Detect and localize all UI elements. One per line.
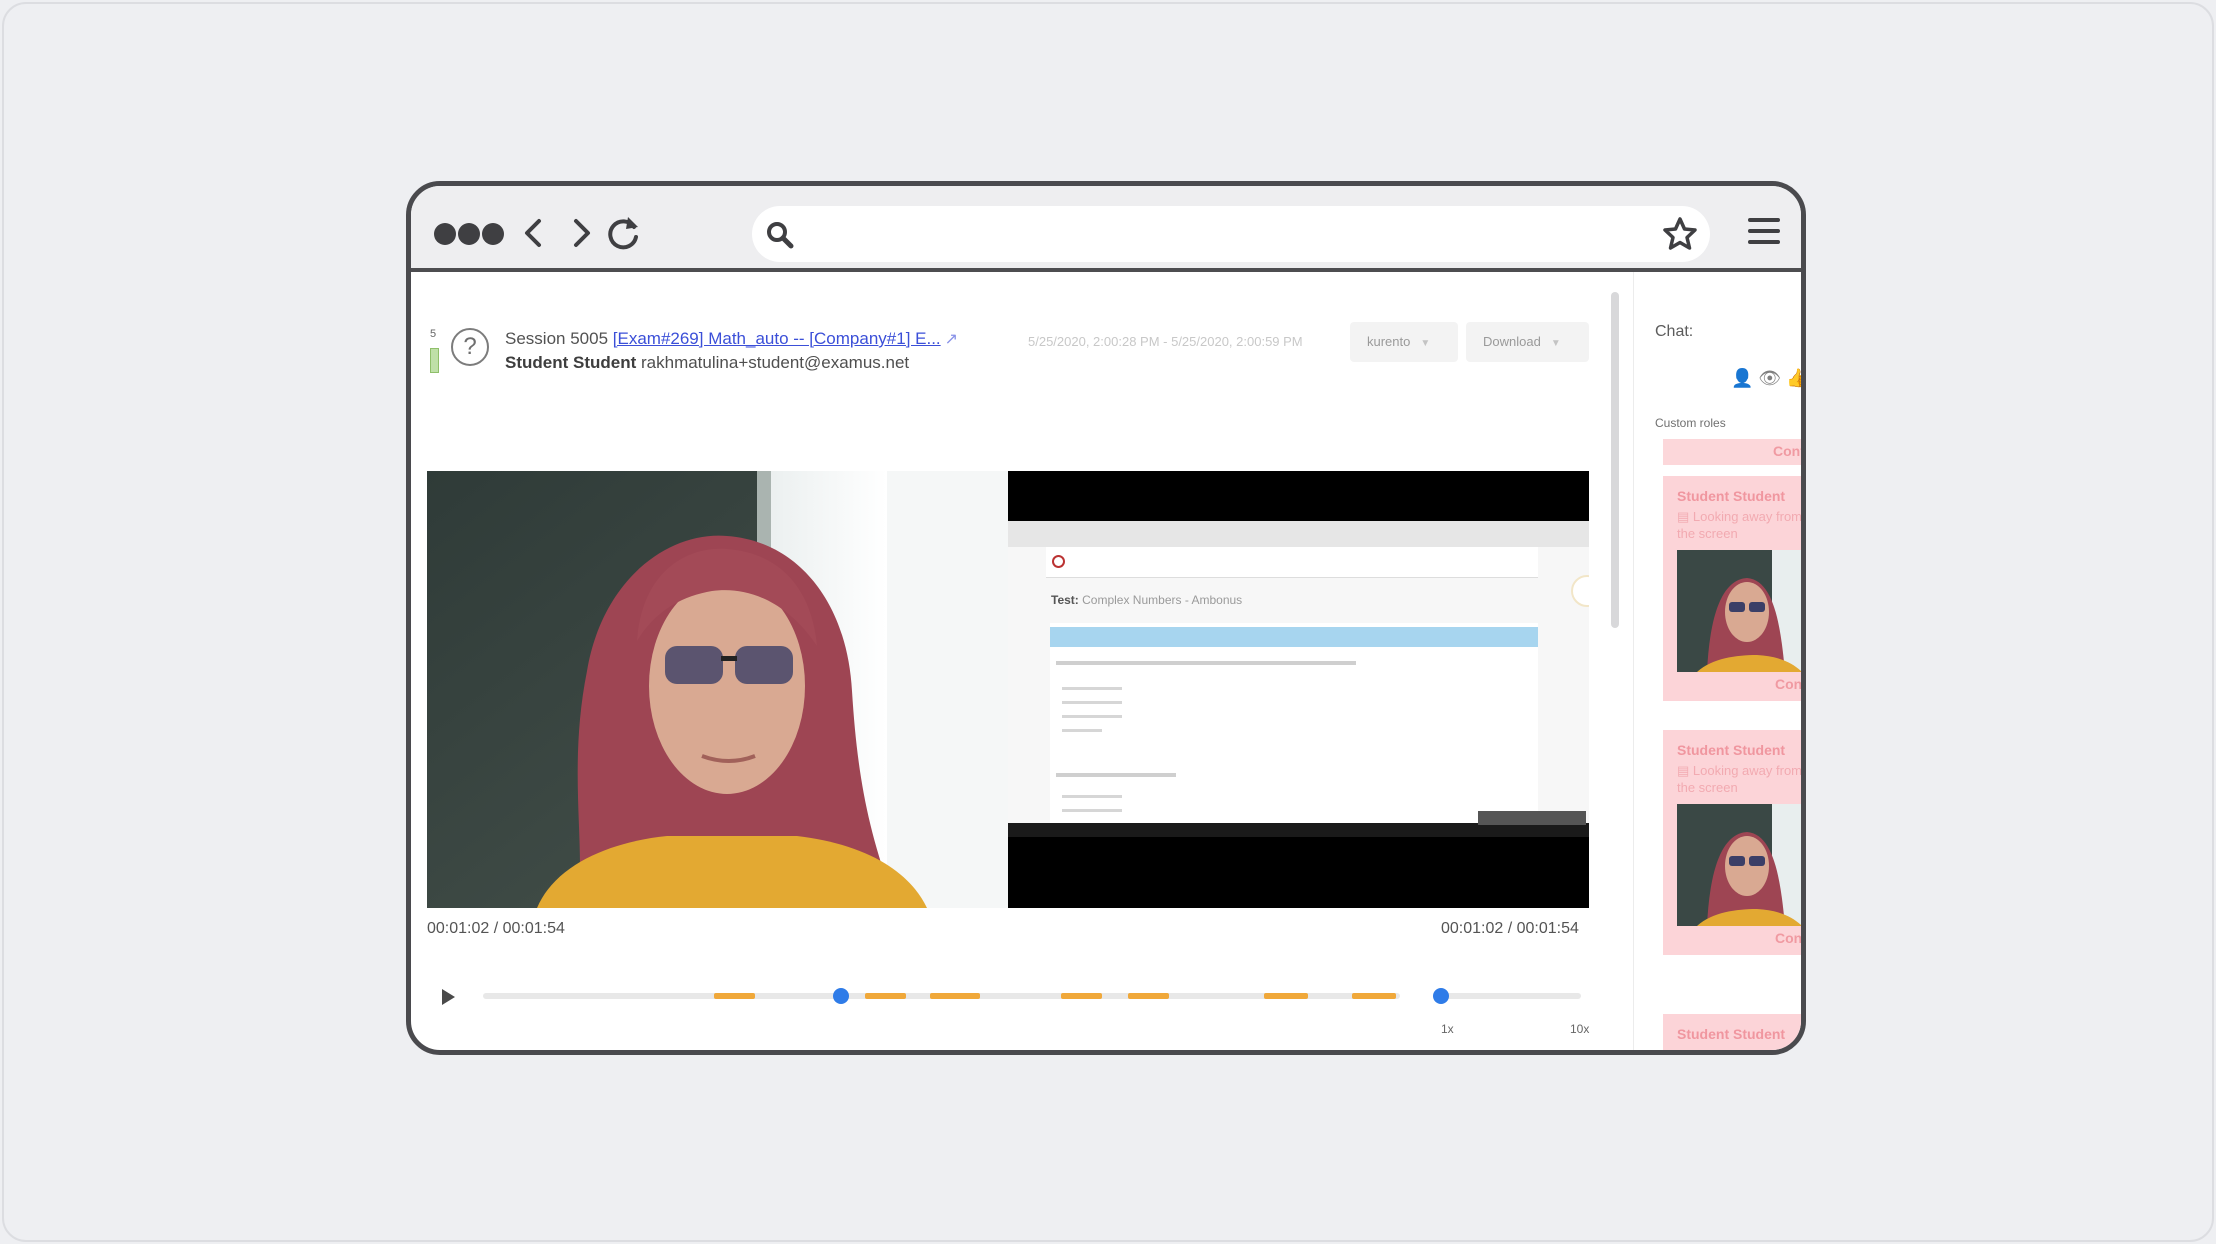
thumbs-up-icon[interactable]: 👍: [1786, 368, 1801, 388]
violation-marker[interactable]: [1352, 993, 1396, 999]
session-time-range: 5/25/2020, 2:00:28 PM - 5/25/2020, 2:00:…: [1028, 334, 1303, 349]
browser-toolbar: [411, 186, 1801, 272]
alert-student-name: Student Student: [1677, 1026, 1786, 1042]
app-logo-icon: [1052, 555, 1065, 568]
download-label: Download: [1483, 334, 1541, 349]
eye-off-icon[interactable]: 👁: [1758, 368, 1786, 388]
exam-link[interactable]: [Exam#269] Math_auto -- [Company#1] E...: [613, 329, 941, 348]
chevron-down-icon: ▼: [1420, 338, 1431, 349]
alert-thumbnail-image: [1677, 804, 1801, 926]
violation-marker[interactable]: [1128, 993, 1169, 999]
panel-divider: [1633, 272, 1634, 1050]
alert-student-name: Student Student: [1677, 742, 1786, 758]
alert-thumbnail[interactable]: [1677, 804, 1801, 926]
alert-card[interactable]: Student Student ▤ Looking away from the …: [1663, 730, 1803, 955]
external-link-icon[interactable]: ↗: [945, 331, 958, 348]
webcam-video[interactable]: [427, 471, 1008, 908]
forward-arrow-icon[interactable]: [561, 213, 601, 253]
star-icon[interactable]: [1662, 216, 1698, 252]
menu-dots-icon[interactable]: [458, 223, 480, 245]
play-icon[interactable]: [442, 989, 455, 1005]
session-id: Session 5005: [505, 329, 609, 348]
alert-message: ▤ Looking away from the screen: [1677, 763, 1803, 795]
search-icon: [767, 222, 794, 249]
speed-slider[interactable]: [1433, 988, 1581, 1004]
server-select[interactable]: kurento ▼: [1350, 322, 1458, 362]
alert-confirm-button[interactable]: Confi: [1775, 930, 1801, 946]
speed-max-label: 10x: [1570, 1022, 1590, 1036]
screen-share-video[interactable]: Test: Complex Numbers - Ambonus: [1008, 471, 1589, 908]
violation-marker[interactable]: [930, 993, 980, 999]
answer-line: [1062, 701, 1122, 704]
answer-line: [1062, 795, 1122, 798]
playback-timeline[interactable]: [483, 988, 1400, 1004]
alert-thumbnail[interactable]: [1677, 550, 1801, 672]
test-title: Complex Numbers - Ambonus: [1082, 593, 1243, 607]
violation-marker[interactable]: [865, 993, 906, 999]
speed-slider-knob[interactable]: [1433, 988, 1449, 1004]
violation-marker[interactable]: [1264, 993, 1308, 999]
reload-icon[interactable]: [604, 213, 644, 253]
student-email: rakhmatulina+student@examus.net: [641, 353, 910, 372]
violation-marker[interactable]: [1061, 993, 1102, 999]
test-label: Test:: [1051, 593, 1079, 607]
screen-share-browser: Test: Complex Numbers - Ambonus: [1008, 521, 1589, 823]
address-bar[interactable]: [752, 206, 1710, 262]
row-status-indicator: [430, 348, 439, 373]
answer-line: [1062, 809, 1122, 812]
screen-share-header: [1046, 547, 1538, 578]
custom-roles-label: Custom roles: [1655, 416, 1726, 430]
session-header: Session 5005 [Exam#269] Math_auto -- [Co…: [505, 329, 958, 349]
playback-position-knob[interactable]: [832, 988, 849, 1004]
alert-confirm-button[interactable]: Confi: [1775, 676, 1801, 692]
screen-share-tabbar: [1008, 521, 1589, 547]
row-number: 5: [430, 328, 437, 340]
chat-title: Chat:: [1655, 323, 1694, 340]
alert-card[interactable]: Student Student: [1663, 1014, 1801, 1050]
screen-share-test-title: Test: Complex Numbers - Ambonus: [1051, 593, 1242, 607]
speed-min-label: 1x: [1441, 1022, 1454, 1036]
back-arrow-icon[interactable]: [514, 213, 554, 253]
menu-dots-icon[interactable]: [482, 223, 504, 245]
screen-share-question-panel: [1050, 623, 1538, 823]
violation-marker[interactable]: [714, 993, 755, 999]
user-icon[interactable]: 👤: [1731, 368, 1758, 388]
browser-window: 5 ? Session 5005 [Exam#269] Math_auto --…: [406, 181, 1806, 1055]
question-line: [1056, 773, 1176, 777]
alert-thumbnail-image: [1677, 550, 1801, 672]
confirm-label[interactable]: Confi: [1773, 443, 1801, 459]
question-line: [1056, 661, 1356, 665]
hamburger-menu-icon[interactable]: [1746, 214, 1782, 248]
student-info: Student Student rakhmatulina+student@exa…: [505, 353, 909, 373]
screen-share-taskbar: [1008, 823, 1589, 837]
download-button[interactable]: Download ▼: [1466, 322, 1589, 362]
chat-filter-icons: 👤👁👍: [1731, 368, 1801, 389]
confirm-bar[interactable]: Confi: [1663, 439, 1801, 465]
chevron-down-icon: ▼: [1550, 338, 1561, 349]
page-content: 5 ? Session 5005 [Exam#269] Math_auto --…: [411, 272, 1801, 1050]
answer-line: [1062, 715, 1122, 718]
webcam-frame-image: [427, 471, 1008, 908]
screen-share-progress-bar: [1050, 627, 1538, 647]
answer-line: [1062, 687, 1122, 690]
help-icon[interactable]: ?: [451, 328, 489, 366]
alert-student-name: Student Student: [1677, 488, 1786, 504]
webcam-timecode: 00:01:02 / 00:01:54: [427, 920, 565, 937]
menu-dots-icon[interactable]: [434, 223, 456, 245]
answer-line: [1062, 729, 1102, 732]
alert-card[interactable]: Student Student ▤ Looking away from the …: [1663, 476, 1803, 701]
alert-message: ▤ Looking away from the screen: [1677, 509, 1803, 541]
server-select-value: kurento: [1367, 334, 1411, 349]
student-name: Student Student: [505, 353, 637, 372]
screen-share-widget: [1478, 811, 1586, 825]
screen-timecode: 00:01:02 / 00:01:54: [1441, 920, 1579, 937]
main-scrollbar[interactable]: [1611, 292, 1619, 628]
floating-widget-icon: [1571, 575, 1589, 607]
